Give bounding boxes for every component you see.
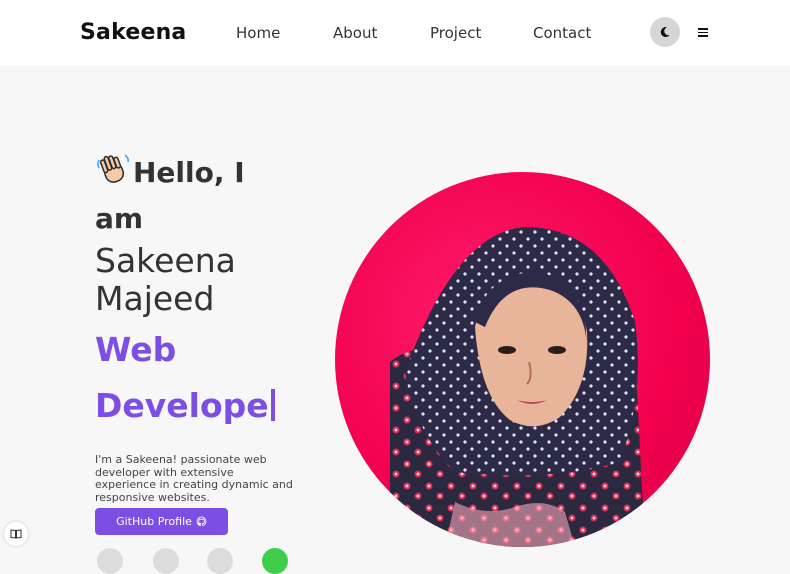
role-line1: Web	[95, 330, 177, 369]
typing-caret	[270, 389, 275, 421]
nav-link-home[interactable]: Home	[236, 24, 280, 42]
profile-portrait-illustration	[390, 227, 645, 547]
hero-description: I'm a Sakeena! passionate web developer …	[95, 453, 293, 504]
greeting-line2: am	[95, 202, 144, 235]
social-link-3[interactable]	[207, 548, 233, 574]
nav-link-project[interactable]: Project	[430, 24, 481, 42]
greeting-line1: Hello, I	[133, 156, 245, 189]
social-link-2[interactable]	[153, 548, 179, 574]
social-link-1[interactable]	[97, 548, 123, 574]
theme-toggle-button[interactable]	[650, 17, 680, 47]
hero-text: Hello, I am Sakeena Majeed Web Develope …	[95, 150, 315, 504]
social-link-4[interactable]	[262, 548, 288, 574]
greeting: Hello, I am	[95, 150, 315, 242]
github-profile-button[interactable]: GitHub Profile	[95, 508, 228, 535]
github-button-label: GitHub Profile	[116, 515, 192, 528]
hamburger-menu-button[interactable]	[698, 28, 710, 38]
waving-hand-icon	[97, 154, 129, 183]
github-icon	[196, 516, 207, 527]
moon-icon	[660, 27, 670, 38]
site-logo[interactable]: Sakeena	[80, 20, 186, 45]
hamburger-icon	[698, 28, 708, 30]
nav-link-contact[interactable]: Contact	[533, 24, 591, 42]
name-line2: Majeed	[95, 279, 215, 318]
role-line2: Develope	[95, 386, 269, 425]
reader-mode-button[interactable]	[4, 522, 28, 546]
hero-name: Sakeena Majeed	[95, 242, 315, 318]
profile-photo	[335, 172, 710, 547]
book-icon	[10, 529, 22, 539]
navbar: Sakeena Home About Project Contact	[0, 0, 790, 66]
hero-role: Web Develope	[95, 322, 315, 434]
name-line1: Sakeena	[95, 241, 236, 280]
nav-link-about[interactable]: About	[333, 24, 377, 42]
